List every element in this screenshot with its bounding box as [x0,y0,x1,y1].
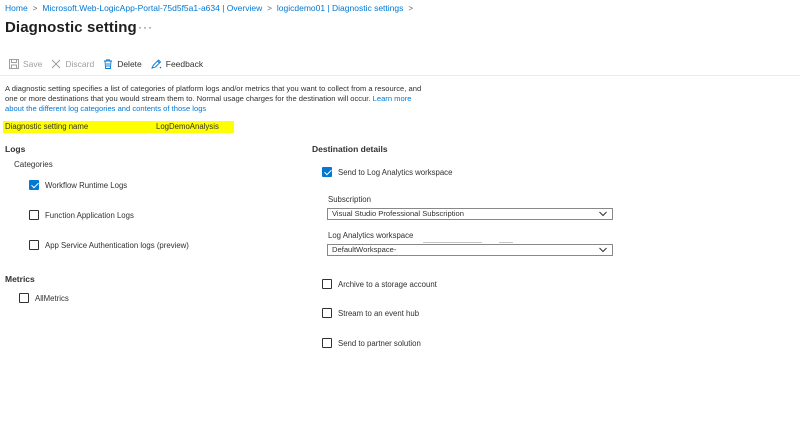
archive-label: Archive to a storage account [338,279,437,289]
setting-name-label: Diagnostic setting name [5,122,89,131]
redacted-mark [499,242,513,243]
breadcrumb-logic-app-overview[interactable]: Microsoft.Web-LogicApp-Portal-75d5f5a1-a… [42,3,262,13]
checkbox-checked-icon[interactable] [322,167,332,177]
breadcrumb: Home > Microsoft.Web-LogicApp-Portal-75d… [5,3,418,13]
feedback-icon [150,59,162,69]
log-category-function-application[interactable]: Function Application Logs [29,210,134,220]
checkbox-icon[interactable] [322,279,332,289]
event-hub-label: Stream to an event hub [338,308,420,318]
log-category-label: Function Application Logs [45,210,134,220]
archive-to-storage[interactable]: Archive to a storage account [322,279,437,289]
checkbox-icon[interactable] [322,308,332,318]
chevron-down-icon [599,247,607,253]
command-bar: Save Discard Delete Feedback [9,59,212,69]
delete-label: Delete [117,59,142,69]
redacted-mark [393,255,590,256]
breadcrumb-separator-icon: > [32,3,38,13]
trash-icon [104,59,113,69]
checkbox-checked-icon[interactable] [29,180,39,190]
feedback-label: Feedback [165,59,204,69]
description-body: A diagnostic setting specifies a list of… [5,84,422,103]
discard-button[interactable]: Discard [51,59,94,69]
workspace-value: DefaultWorkspace- [332,245,397,254]
logs-heading: Logs [5,144,26,154]
feedback-button[interactable]: Feedback [150,59,204,69]
metric-label: AllMetrics [35,293,69,303]
toolbar-divider [0,75,800,76]
breadcrumb-separator-icon: > [267,3,272,13]
page-title: Diagnostic setting [5,19,137,36]
partner-label: Send to partner solution [338,338,421,348]
save-button[interactable]: Save [9,59,42,69]
workspace-label: Log Analytics workspace [328,231,414,240]
stream-to-event-hub[interactable]: Stream to an event hub [322,308,419,318]
subscription-label: Subscription [328,195,371,204]
checkbox-icon[interactable] [29,210,39,220]
log-category-label: App Service Authentication logs (preview… [45,240,189,250]
categories-label: Categories [14,160,53,169]
discard-icon [51,59,61,69]
send-to-log-analytics[interactable]: Send to Log Analytics workspace [322,167,452,177]
discard-label: Discard [65,59,95,69]
log-category-workflow-runtime[interactable]: Workflow Runtime Logs [29,180,127,190]
destination-heading: Destination details [312,144,388,154]
breadcrumb-separator-icon: > [408,3,414,13]
checkbox-icon[interactable] [322,338,332,348]
log-category-label: Workflow Runtime Logs [45,180,128,190]
save-icon [9,59,19,69]
setting-name-input[interactable]: LogDemoAnalysis [156,121,219,133]
checkbox-icon[interactable] [29,240,39,250]
more-options-button[interactable]: ··· [138,20,153,34]
metrics-heading: Metrics [5,274,35,284]
subscription-value: Visual Studio Professional Subscription [332,209,464,218]
redacted-mark [423,242,482,243]
description-text: A diagnostic setting specifies a list of… [5,84,425,114]
send-to-partner[interactable]: Send to partner solution [322,338,421,348]
setting-name-row: Diagnostic setting name LogDemoAnalysis [3,121,234,133]
chevron-down-icon [599,211,607,217]
delete-button[interactable]: Delete [103,59,142,69]
send-to-log-analytics-label: Send to Log Analytics workspace [338,167,453,177]
metric-allmetrics[interactable]: AllMetrics [19,293,69,303]
breadcrumb-diagnostic-settings[interactable]: logicdemo01 | Diagnostic settings [277,3,403,13]
save-label: Save [23,59,43,69]
log-category-app-service-auth[interactable]: App Service Authentication logs (preview… [29,240,189,250]
checkbox-icon[interactable] [19,293,29,303]
breadcrumb-home[interactable]: Home [5,3,28,13]
subscription-dropdown[interactable]: Visual Studio Professional Subscription [327,208,613,220]
